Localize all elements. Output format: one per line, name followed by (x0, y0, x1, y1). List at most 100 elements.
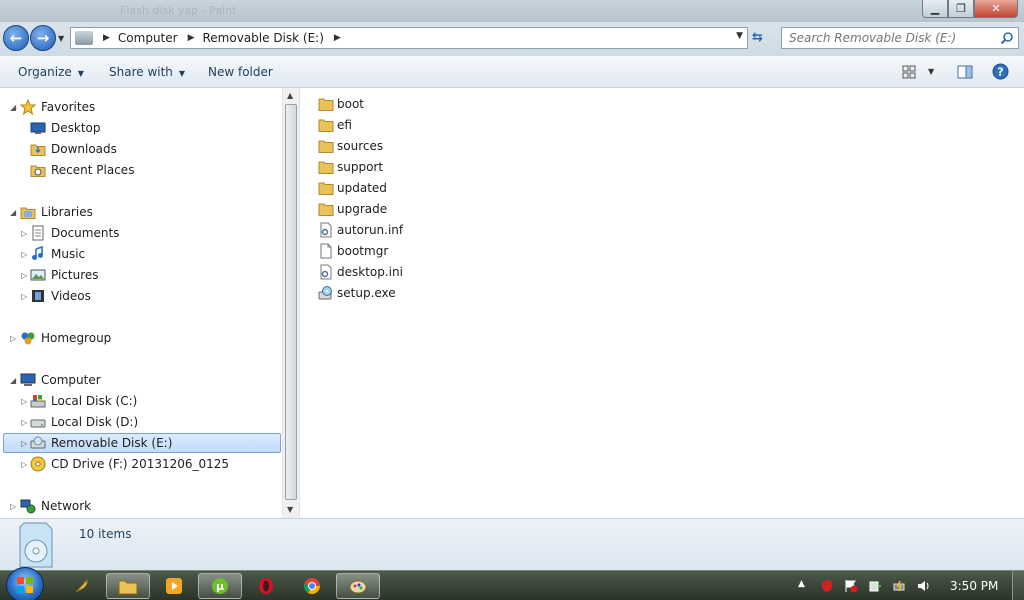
expand-arrow-icon[interactable]: ▷ (21, 229, 27, 238)
breadcrumb-chevron-icon[interactable]: ▶ (188, 33, 195, 43)
show-desktop-button[interactable] (1012, 571, 1024, 600)
expand-arrow-icon[interactable]: ▷ (21, 271, 27, 280)
taskbar-pin-feather[interactable] (60, 573, 104, 599)
tree-item-downloads[interactable]: Downloads (0, 139, 280, 159)
recent-pages-dropdown-icon[interactable]: ▼ (58, 34, 64, 43)
file-name: desktop.ini (337, 265, 403, 279)
expand-arrow-icon[interactable]: ▷ (10, 502, 16, 511)
share-with-button[interactable]: Share with ▼ (109, 65, 185, 79)
file-item-support[interactable]: support (318, 157, 383, 177)
scrollbar-thumb[interactable] (285, 104, 297, 500)
address-bar[interactable]: ▶ Computer ▶ Removable Disk (E:) ▶ ▼ (70, 27, 748, 49)
downloads-folder-icon (30, 144, 46, 156)
scroll-down-arrow-icon[interactable]: ▼ (287, 505, 293, 514)
utorrent-icon: µ (212, 578, 228, 594)
media-player-icon (166, 578, 182, 594)
power-icon[interactable] (893, 579, 907, 593)
show-hidden-icons-icon[interactable]: ▲ (798, 579, 812, 593)
expand-arrow-icon[interactable]: ▷ (21, 397, 27, 406)
taskbar-utorrent[interactable]: µ (198, 573, 242, 599)
tree-label-videos: Videos (51, 289, 91, 303)
taskbar-opera[interactable] (244, 573, 288, 599)
collapse-arrow-icon[interactable]: ◢ (10, 103, 16, 112)
forward-button[interactable]: → (30, 25, 56, 51)
tree-item-homegroup[interactable]: ▷ Homegroup (0, 328, 280, 348)
favorites-star-icon (20, 99, 36, 115)
organize-label: Organize (18, 65, 72, 79)
file-item-upgrade[interactable]: upgrade (318, 199, 387, 219)
tree-item-desktop[interactable]: Desktop (0, 118, 280, 138)
tree-item-network[interactable]: ▷ Network (0, 496, 280, 516)
safely-remove-hardware-icon[interactable] (868, 579, 882, 593)
tree-item-removable-disk-e[interactable]: ▷ Removable Disk (E:) (0, 433, 280, 453)
taskbar-media-player[interactable] (152, 573, 196, 599)
preview-pane-icon[interactable] (957, 65, 973, 79)
tree-item-recent-places[interactable]: Recent Places (0, 160, 280, 180)
tree-item-music[interactable]: ▷ Music (0, 244, 280, 264)
collapse-arrow-icon[interactable]: ◢ (10, 376, 16, 385)
tree-item-local-disk-c[interactable]: ▷ Local Disk (C:) (0, 391, 280, 411)
chevron-down-icon: ▼ (178, 69, 186, 78)
file-name: updated (337, 181, 387, 195)
share-with-label: Share with (109, 65, 173, 79)
start-button[interactable] (6, 567, 44, 600)
expand-arrow-icon[interactable]: ▷ (21, 250, 27, 259)
tree-item-documents[interactable]: ▷ Documents (0, 223, 280, 243)
tree-item-pictures[interactable]: ▷ Pictures (0, 265, 280, 285)
scroll-up-arrow-icon[interactable]: ▲ (287, 91, 293, 100)
file-item-setup-exe[interactable]: setup.exe (318, 283, 396, 303)
view-options-chevron-icon[interactable]: ▼ (928, 67, 934, 76)
documents-icon (32, 225, 44, 241)
file-item-bootmgr[interactable]: bootmgr (318, 241, 388, 261)
svg-text:µ: µ (216, 580, 224, 593)
file-item-desktop-ini[interactable]: desktop.ini (318, 262, 403, 282)
tree-item-computer[interactable]: ◢ Computer (0, 370, 280, 390)
action-center-flag-icon[interactable] (844, 579, 858, 593)
breadcrumb-chevron-icon[interactable]: ▶ (103, 33, 110, 43)
file-icon (320, 243, 332, 259)
breadcrumb-computer[interactable]: Computer (118, 31, 178, 45)
volume-icon[interactable] (917, 579, 931, 593)
expand-arrow-icon[interactable]: ▷ (10, 334, 16, 343)
tree-item-local-disk-d[interactable]: ▷ Local Disk (D:) (0, 412, 280, 432)
collapse-arrow-icon[interactable]: ◢ (10, 208, 16, 217)
tree-item-favorites[interactable]: ◢ Favorites (0, 97, 280, 117)
file-item-boot[interactable]: boot (318, 94, 364, 114)
expand-arrow-icon[interactable]: ▷ (21, 418, 27, 427)
refresh-button[interactable]: ⇆ (752, 30, 772, 46)
tree-item-libraries[interactable]: ◢ Libraries (0, 202, 280, 222)
taskbar-paint[interactable] (336, 573, 380, 599)
folder-icon (318, 161, 334, 174)
breadcrumb-chevron-icon[interactable]: ▶ (334, 33, 341, 43)
close-button[interactable]: ✕ (974, 0, 1018, 18)
organize-button[interactable]: Organize ▼ (18, 65, 84, 79)
file-item-autorun-inf[interactable]: autorun.inf (318, 220, 403, 240)
expand-arrow-icon[interactable]: ▷ (21, 292, 27, 301)
search-input[interactable] (789, 31, 999, 45)
taskbar-explorer[interactable] (106, 573, 150, 599)
taskbar-chrome[interactable] (290, 573, 334, 599)
search-icon[interactable] (1000, 31, 1014, 45)
breadcrumb-removable-disk[interactable]: Removable Disk (E:) (203, 31, 324, 45)
security-shield-icon[interactable] (820, 579, 834, 593)
setup-exe-icon (318, 286, 332, 300)
maximize-button[interactable]: ❐ (948, 0, 974, 18)
tree-item-videos[interactable]: ▷ Videos (0, 286, 280, 306)
forward-arrow-icon: → (36, 29, 50, 47)
help-icon[interactable]: ? (992, 63, 1009, 80)
clock[interactable]: 3:50 PM (950, 579, 998, 593)
back-button[interactable]: ← (3, 25, 29, 51)
change-view-icon[interactable] (902, 65, 916, 79)
tree-item-cd-drive-f[interactable]: ▷ CD Drive (F:) 20131206_0125 (0, 454, 280, 474)
file-item-updated[interactable]: updated (318, 178, 387, 198)
navigation-scrollbar[interactable]: ▲ ▼ (282, 88, 299, 518)
file-item-efi[interactable]: efi (318, 115, 352, 135)
expand-arrow-icon[interactable]: ▷ (21, 439, 27, 448)
new-folder-button[interactable]: New folder (208, 65, 273, 79)
address-dropdown-icon[interactable]: ▼ (736, 31, 743, 41)
search-box[interactable] (781, 27, 1019, 49)
minimize-button[interactable]: ▁ (922, 0, 948, 18)
details-pane: 10 items (0, 518, 1024, 570)
file-item-sources[interactable]: sources (318, 136, 383, 156)
expand-arrow-icon[interactable]: ▷ (21, 460, 27, 469)
